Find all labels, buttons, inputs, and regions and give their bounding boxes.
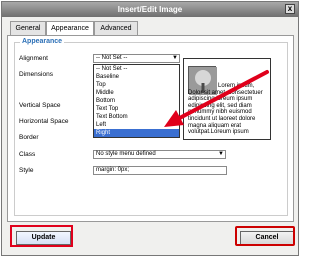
image-preview: Lorem ipsum, Dolor sit amet, consectetue… (183, 58, 271, 140)
insert-edit-image-dialog: Insert/Edit Image x General Appearance A… (1, 1, 299, 256)
tab-advanced[interactable]: Advanced (94, 21, 138, 35)
chevron-down-icon: ▼ (218, 151, 224, 157)
option-baseline[interactable]: Baseline (94, 73, 179, 81)
preview-lorem-text: Lorem ipsum, Dolor sit amet, consectetue… (188, 83, 263, 136)
alignment-select[interactable]: -- Not Set -- ▼ (93, 54, 180, 63)
tab-advanced-label: Advanced (100, 25, 132, 32)
option-text-top[interactable]: Text Top (94, 105, 179, 113)
option-right[interactable]: Right (94, 129, 179, 137)
tab-general-label: General (15, 25, 41, 32)
dimensions-label: Dimensions (19, 71, 53, 78)
style-input-value: margin: 0px; (96, 167, 130, 173)
style-label: Style (19, 167, 34, 174)
option-text-bottom[interactable]: Text Bottom (94, 113, 179, 121)
border-label: Border (19, 134, 39, 141)
dialog-titlebar: Insert/Edit Image x (2, 2, 298, 17)
fieldset-legend: Appearance (20, 38, 65, 45)
appearance-fieldset: Appearance Alignment -- Not Set -- ▼ -- … (14, 38, 288, 216)
option-middle[interactable]: Middle (94, 89, 179, 97)
chevron-down-icon: ▼ (172, 55, 178, 61)
option-top[interactable]: Top (94, 81, 179, 89)
update-highlight-box (10, 225, 73, 247)
option-bottom[interactable]: Bottom (94, 97, 179, 105)
class-select-value: No style menu defined (96, 151, 156, 157)
close-icon[interactable]: x (285, 4, 295, 14)
dialog-title: Insert/Edit Image (117, 5, 183, 14)
vertical-space-label: Vertical Space (19, 102, 61, 109)
alignment-dropdown-list: -- Not Set -- Baseline Top Middle Bottom… (93, 64, 180, 138)
alignment-select-value: -- Not Set -- (96, 55, 128, 61)
class-select[interactable]: No style menu defined ▼ (93, 150, 226, 159)
tab-appearance-label: Appearance (51, 25, 89, 32)
cancel-highlight-box (235, 226, 295, 246)
tab-general[interactable]: General (10, 21, 46, 35)
horizontal-space-label: Horizontal Space (19, 118, 69, 125)
option-not-set[interactable]: -- Not Set -- (94, 65, 179, 73)
style-input[interactable]: margin: 0px; (93, 166, 227, 175)
appearance-panel: Appearance Alignment -- Not Set -- ▼ -- … (7, 35, 294, 222)
tab-appearance[interactable]: Appearance (46, 21, 94, 36)
alignment-label: Alignment (19, 55, 48, 62)
option-left[interactable]: Left (94, 121, 179, 129)
class-label: Class (19, 151, 36, 158)
